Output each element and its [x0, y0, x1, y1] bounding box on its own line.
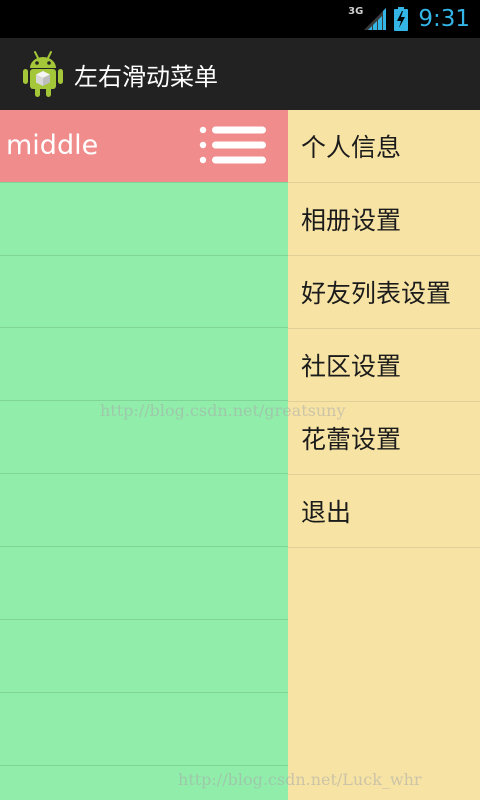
list-item[interactable]	[0, 546, 288, 618]
android-icon[interactable]	[22, 50, 64, 98]
status-bar: 3G 9:31	[0, 0, 480, 38]
middle-header: middle	[0, 110, 288, 182]
content-area: middle 个人信息 相册设置 好友列表设置 社区设置 花蕾设置 退出 htt…	[0, 110, 480, 800]
list-item[interactable]	[0, 765, 288, 800]
list-item[interactable]	[0, 473, 288, 545]
list-item[interactable]	[0, 400, 288, 472]
app-title: 左右滑动菜单	[74, 63, 218, 91]
list-menu-icon[interactable]	[196, 124, 268, 166]
screen: 3G 9:31 左右滑动菜单 middle 个人信息 相册设置 好友列表设置 社…	[0, 0, 480, 800]
menu-item-community-settings[interactable]: 社区设置	[288, 329, 480, 402]
list-item[interactable]	[0, 327, 288, 399]
menu-item-exit[interactable]: 退出	[288, 475, 480, 548]
battery-charging-icon	[394, 7, 409, 31]
menu-item-album-settings[interactable]: 相册设置	[288, 183, 480, 256]
signal-icon	[364, 8, 387, 30]
list-item[interactable]	[0, 692, 288, 764]
middle-label: middle	[6, 130, 99, 161]
clock: 9:31	[418, 6, 470, 32]
menu-item-profile[interactable]: 个人信息	[288, 110, 480, 183]
list-item[interactable]	[0, 182, 288, 254]
status-icons: 3G 9:31	[348, 4, 470, 34]
network-type-label: 3G	[348, 5, 364, 17]
menu-item-friend-list-settings[interactable]: 好友列表设置	[288, 256, 480, 329]
middle-pane: middle	[0, 110, 288, 800]
right-menu: 个人信息 相册设置 好友列表设置 社区设置 花蕾设置 退出	[288, 110, 480, 800]
list-item[interactable]	[0, 619, 288, 691]
list-item[interactable]	[0, 255, 288, 327]
menu-item-bud-settings[interactable]: 花蕾设置	[288, 402, 480, 475]
action-bar: 左右滑动菜单	[0, 38, 480, 112]
